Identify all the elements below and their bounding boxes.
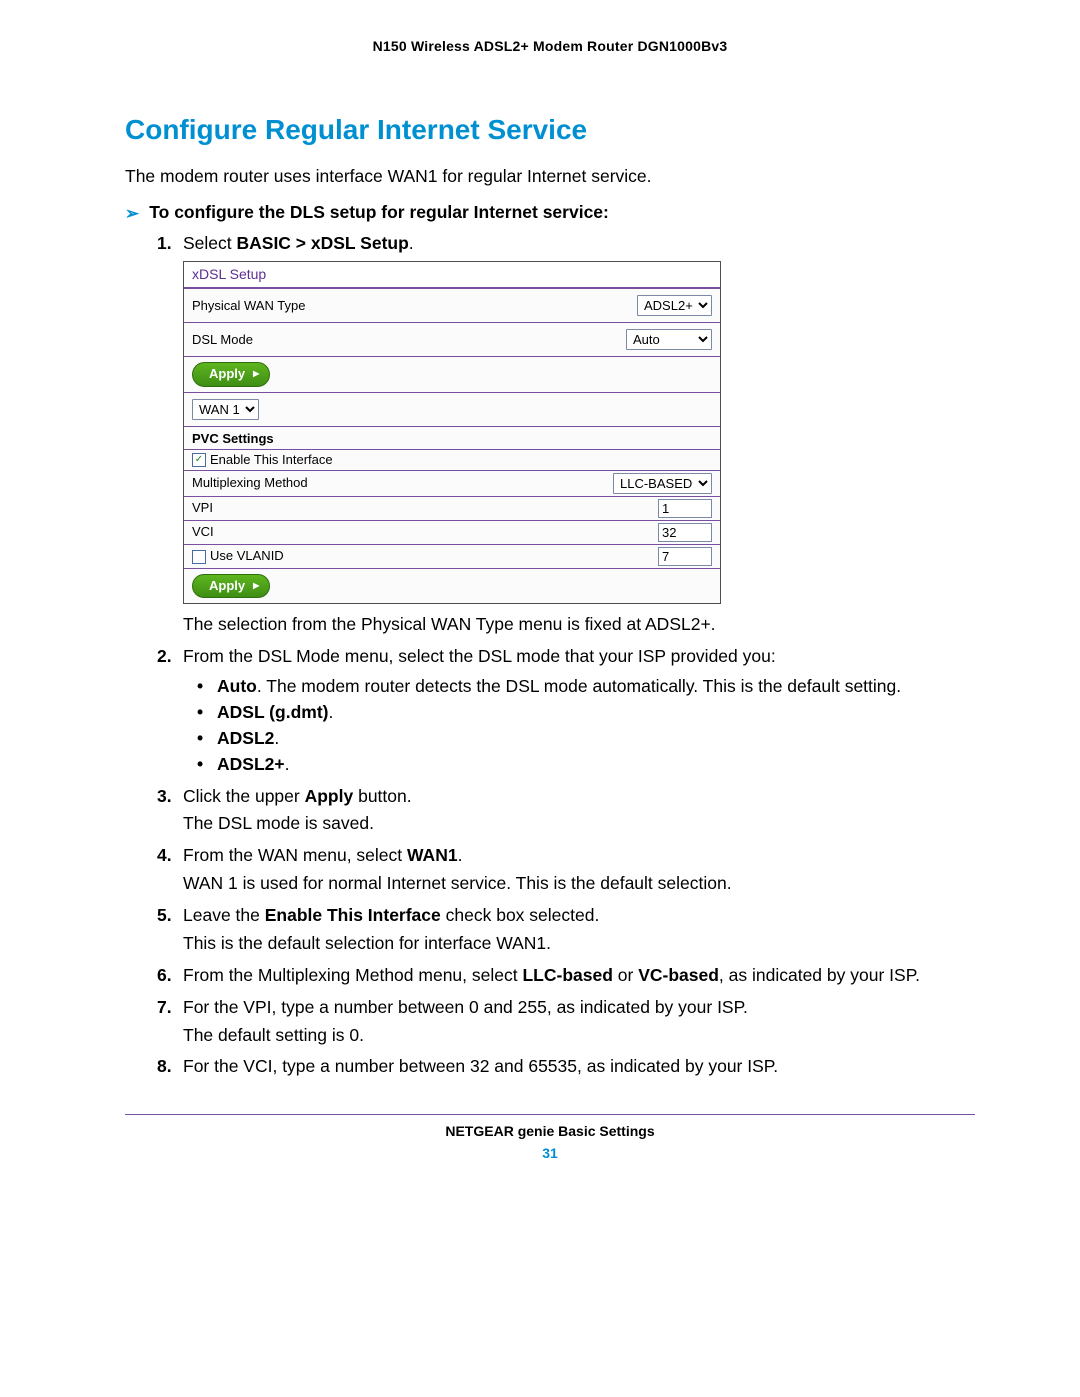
step-4-note: WAN 1 is used for normal Internet servic… [183, 873, 975, 895]
vpi-label: VPI [192, 500, 213, 516]
procedure-lead-text: To configure the DLS setup for regular I… [149, 202, 609, 223]
multiplexing-method-select[interactable]: LLC-BASED [613, 473, 712, 494]
apply-button-label-2: Apply [209, 578, 245, 594]
step-8: For the VCI, type a number between 32 an… [157, 1056, 975, 1078]
step-2-bullet-adsl-gdmt: ADSL (g.dmt). [197, 702, 975, 724]
step-4: From the WAN menu, select WAN1. WAN 1 is… [157, 845, 975, 895]
apply-button-lower[interactable]: Apply ▶ [192, 574, 270, 598]
step-6: From the Multiplexing Method menu, selec… [157, 965, 975, 987]
use-vlanid-label: Use VLANID [210, 548, 284, 564]
step-1-select: Select [183, 233, 237, 253]
wan-select[interactable]: WAN 1 [192, 399, 259, 420]
doc-header: N150 Wireless ADSL2+ Modem Router DGN100… [125, 38, 975, 54]
multiplexing-method-label: Multiplexing Method [192, 475, 308, 491]
vlanid-input[interactable] [658, 547, 712, 566]
step-1: Select BASIC > xDSL Setup. xDSL Setup Ph… [157, 233, 975, 636]
page-number: 31 [125, 1145, 975, 1161]
step-2: From the DSL Mode menu, select the DSL m… [157, 646, 975, 775]
play-icon: ▶ [253, 581, 259, 591]
procedure-arrow-icon: ➢ [125, 204, 139, 224]
checkbox-icon [192, 550, 206, 564]
ui-panel-title: xDSL Setup [184, 262, 720, 290]
vpi-input[interactable] [658, 499, 712, 518]
enable-interface-label: Enable This Interface [210, 452, 333, 468]
vci-label: VCI [192, 524, 214, 540]
step-7: For the VPI, type a number between 0 and… [157, 997, 975, 1047]
step-5-note: This is the default selection for interf… [183, 933, 975, 955]
step-2-bullet-auto: Auto. The modem router detects the DSL m… [197, 676, 975, 698]
intro-text: The modem router uses interface WAN1 for… [125, 166, 975, 188]
enable-interface-checkbox[interactable]: ✓ Enable This Interface [192, 452, 333, 468]
physical-wan-type-label: Physical WAN Type [192, 298, 637, 314]
apply-button-label: Apply [209, 366, 245, 382]
step-3-note: The DSL mode is saved. [183, 813, 975, 835]
xdsl-setup-screenshot: xDSL Setup Physical WAN Type ADSL2+ DSL … [183, 261, 721, 605]
pvc-settings-heading: PVC Settings [184, 427, 720, 450]
vci-input[interactable] [658, 523, 712, 542]
step-7-note: The default setting is 0. [183, 1025, 975, 1047]
step-3: Click the upper Apply button. The DSL mo… [157, 786, 975, 836]
step-2-bullet-adsl2: ADSL2. [197, 728, 975, 750]
step-1-path: BASIC > xDSL Setup [237, 233, 409, 253]
check-icon: ✓ [192, 453, 206, 467]
step-5: Leave the Enable This Interface check bo… [157, 905, 975, 955]
step-2-lead: From the DSL Mode menu, select the DSL m… [183, 646, 776, 666]
play-icon: ▶ [253, 369, 259, 379]
physical-wan-type-select[interactable]: ADSL2+ [637, 295, 712, 316]
step-1-note: The selection from the Physical WAN Type… [183, 614, 975, 636]
apply-button-upper[interactable]: Apply ▶ [192, 362, 270, 386]
dsl-mode-select[interactable]: Auto [626, 329, 712, 350]
step-2-bullet-adsl2plus: ADSL2+. [197, 754, 975, 776]
section-title: Configure Regular Internet Service [125, 114, 975, 146]
use-vlanid-checkbox[interactable]: Use VLANID [192, 548, 284, 564]
footer-chapter: NETGEAR genie Basic Settings [125, 1123, 975, 1139]
dsl-mode-label: DSL Mode [192, 332, 626, 348]
